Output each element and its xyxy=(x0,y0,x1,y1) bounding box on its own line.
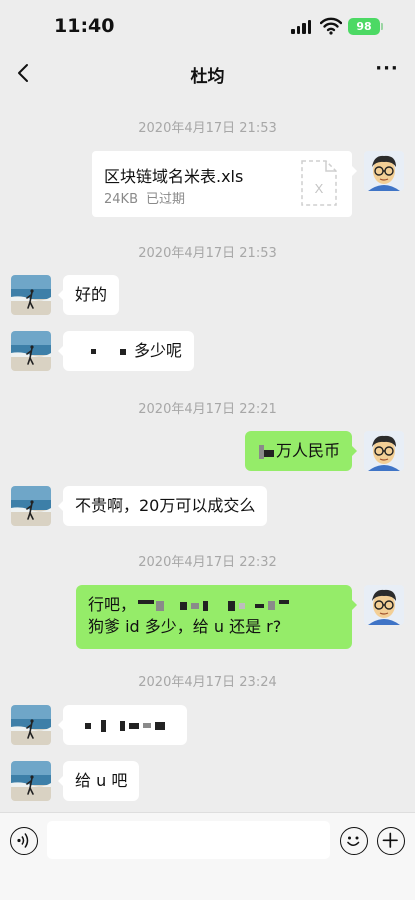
avatar-man-glasses-icon xyxy=(364,151,404,191)
redacted-block xyxy=(85,722,91,729)
voice-input-icon[interactable] xyxy=(10,827,38,855)
message-text: 多少呢 xyxy=(134,341,183,360)
redacted-block xyxy=(268,601,276,610)
message-text: 好的 xyxy=(75,285,108,304)
message-line: 行吧， xyxy=(88,594,340,616)
redacted-block xyxy=(120,720,125,731)
message-text: 不贵啊，20万可以成交么 xyxy=(75,496,256,515)
status-time: 11:40 xyxy=(54,15,115,37)
avatar-beach-photo-icon xyxy=(11,761,51,801)
redacted-block xyxy=(264,450,274,457)
plus-icon xyxy=(382,832,398,848)
file-size: 24KB xyxy=(104,192,138,207)
add-attachment-icon[interactable] xyxy=(377,827,405,855)
avatar-beach-photo-icon xyxy=(11,486,51,526)
redacted-block xyxy=(91,349,96,354)
timestamp: 2020年4月17日 22:21 xyxy=(138,402,277,417)
message-bubble-incoming[interactable] xyxy=(58,705,187,745)
chat-title: 杜均 xyxy=(190,67,225,87)
timestamp: 2020年4月17日 21:53 xyxy=(138,121,277,136)
file-meta: 24KB 已过期 xyxy=(104,188,185,207)
message-text: 万人民币 xyxy=(276,441,341,460)
message-bubble-incoming[interactable]: 给 u 吧 xyxy=(57,761,140,801)
message-bubble-incoming[interactable]: 好的 xyxy=(57,275,120,315)
message-text: 行吧， xyxy=(88,595,137,614)
my-avatar[interactable] xyxy=(364,151,404,191)
contact-avatar[interactable] xyxy=(11,761,51,801)
avatar-man-glasses-icon xyxy=(364,585,404,625)
redacted-block xyxy=(255,603,265,608)
file-name: 区块链域名米表.xls xyxy=(104,167,244,186)
redacted-block xyxy=(156,600,165,611)
timestamp: 2020年4月17日 23:24 xyxy=(138,675,277,690)
redacted-block xyxy=(203,600,209,611)
message-bubble-incoming[interactable]: 不贵啊，20万可以成交么 xyxy=(57,486,268,526)
redacted-block xyxy=(180,601,188,610)
message-bubble-incoming[interactable]: 多少呢 xyxy=(57,331,195,371)
contact-avatar[interactable] xyxy=(11,486,51,526)
redacted-block xyxy=(143,723,151,728)
more-options-icon[interactable]: ··· xyxy=(374,60,400,82)
redacted-block xyxy=(155,721,165,730)
contact-avatar[interactable] xyxy=(11,275,51,315)
sound-waves-icon xyxy=(17,833,29,848)
chat-input-bar xyxy=(0,812,415,900)
wifi-icon xyxy=(320,17,342,35)
timestamp: 2020年4月17日 22:32 xyxy=(138,555,277,570)
status-bar: 11:40 98 xyxy=(0,0,415,54)
contact-avatar[interactable] xyxy=(11,705,51,745)
my-avatar[interactable] xyxy=(364,431,404,471)
redacted-block xyxy=(279,599,290,604)
file-icon-letter: X xyxy=(315,181,324,196)
excel-file-icon: X xyxy=(301,160,337,206)
redacted-block xyxy=(239,602,246,609)
message-bubble-outgoing[interactable]: 行吧， 狗爹 id 多少，给 u 还是 r? xyxy=(76,585,357,649)
redacted-block xyxy=(120,348,126,355)
smiley-face-icon xyxy=(347,836,360,847)
message-line: 狗爹 id 多少，给 u 还是 r? xyxy=(88,617,282,636)
avatar-beach-photo-icon xyxy=(11,275,51,315)
redacted-block xyxy=(138,599,155,604)
redacted-block xyxy=(228,600,236,611)
redacted-block xyxy=(191,602,200,609)
message-bubble-outgoing[interactable]: 万人民币 xyxy=(245,431,358,471)
signal-icon xyxy=(291,20,311,34)
avatar-beach-photo-icon xyxy=(11,331,51,371)
chat-header: 杜均 ··· xyxy=(0,54,415,94)
message-text: 给 u 吧 xyxy=(75,771,128,790)
file-message-bubble[interactable]: 区块链域名米表.xls 24KB 已过期 X xyxy=(92,151,357,217)
message-input[interactable] xyxy=(47,821,330,859)
avatar-man-glasses-icon xyxy=(364,431,404,471)
timestamp: 2020年4月17日 21:53 xyxy=(138,246,277,261)
emoji-icon[interactable] xyxy=(340,827,368,855)
battery-icon: 98 xyxy=(348,18,383,35)
redacted-block xyxy=(101,719,106,732)
my-avatar[interactable] xyxy=(364,585,404,625)
contact-avatar[interactable] xyxy=(11,331,51,371)
avatar-beach-photo-icon xyxy=(11,705,51,745)
battery-level: 98 xyxy=(356,20,372,33)
redacted-block xyxy=(129,722,139,729)
file-status: 已过期 xyxy=(146,192,186,207)
